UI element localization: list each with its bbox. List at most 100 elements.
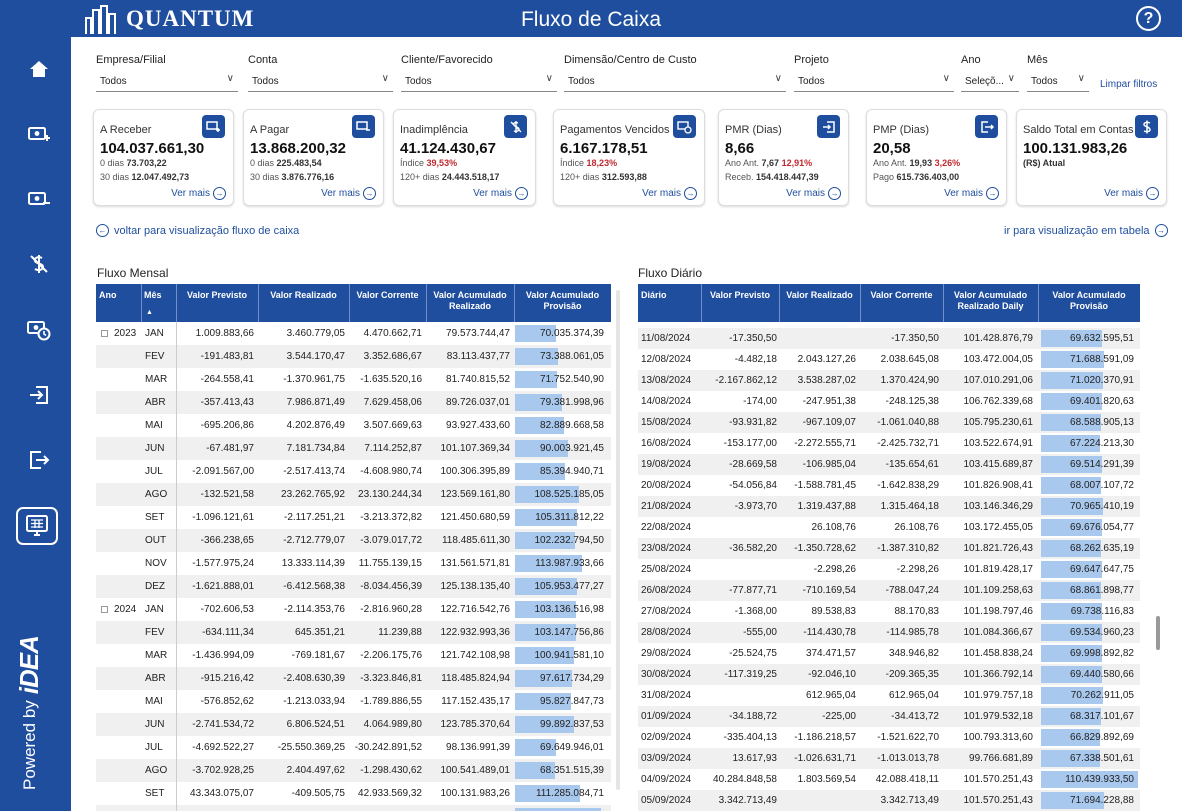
detail-label: 0 dias (250, 158, 275, 168)
ver-mais-link[interactable]: Ver mais → (171, 187, 226, 200)
help-icon[interactable]: ? (1136, 6, 1161, 31)
column-header[interactable]: Valor Acumulado Realizado Daily (943, 290, 1038, 312)
column-header[interactable]: Diário (641, 290, 704, 301)
value-cell: -264.558,41 (200, 374, 254, 385)
table-row: MAI -576.852,62 -1.213.033,94 -1.789.886,55… (96, 690, 611, 713)
column-header[interactable]: Valor Previsto (701, 290, 779, 301)
value-cell: 101.458.838,24 (963, 648, 1033, 659)
no-money-icon[interactable] (24, 249, 54, 279)
table-row: NOV -1.577.975,24 13.333.114,39 11.755.139,… (96, 552, 611, 575)
row-separator (176, 598, 177, 621)
value-cell: 101.084.366,67 (963, 627, 1033, 638)
filter-dropdown[interactable]: Todos ∨ (248, 72, 393, 92)
value-cell: 70.262.911,05 (1070, 690, 1134, 701)
ver-mais-link[interactable]: Ver mais → (642, 187, 697, 200)
column-header[interactable]: Valor Corrente (349, 290, 426, 301)
ver-mais-link[interactable]: Ver mais → (321, 187, 376, 200)
filter-dropdown[interactable]: Todos ∨ (794, 72, 954, 92)
daily-scrollbar[interactable] (1156, 616, 1160, 650)
column-header[interactable]: Mês (144, 290, 169, 301)
enter-icon[interactable] (24, 380, 54, 410)
value-cell: 69.647.647,75 (1070, 564, 1134, 575)
value-cell: 103.136.516,98 (534, 604, 604, 615)
home-icon[interactable] (24, 54, 54, 84)
table-view-link[interactable]: ir para visualização em tabela → (1004, 224, 1168, 237)
back-to-cashflow-link[interactable]: ← voltar para visualização fluxo de caix… (96, 224, 299, 237)
receive-money-icon[interactable] (24, 119, 54, 149)
ver-mais-link[interactable]: Ver mais → (473, 187, 528, 200)
exit-icon[interactable] (24, 445, 54, 475)
money-clock-icon[interactable] (24, 315, 54, 345)
value-cell: 83.113.437,77 (446, 351, 510, 362)
ver-mais-link[interactable]: Ver mais → (786, 187, 841, 200)
column-separator (426, 284, 427, 322)
month-cell: JUN (145, 443, 165, 454)
filter-dropdown[interactable]: Todos ∨ (401, 72, 557, 92)
month-cell: MAI (145, 420, 163, 431)
column-header[interactable]: Valor Acumulado Provisão (514, 290, 611, 312)
value-cell: 107.010.291,06 (963, 375, 1033, 386)
filter-dropdown[interactable]: Todos ∨ (96, 72, 238, 92)
exit-icon[interactable] (975, 115, 998, 138)
dollar-icon[interactable] (1135, 115, 1158, 138)
detail-value: 225.483,54 (276, 158, 322, 168)
value-cell: 612.965,04 (805, 690, 856, 701)
value-cell: 101.428.876,79 (963, 333, 1033, 344)
arrow-right-circle-icon: → (363, 187, 376, 200)
card-detail-line: 120+ dias 24.443.518,17 (400, 172, 499, 182)
column-header[interactable]: Valor Corrente (860, 290, 943, 301)
value-cell: 66.829.892,69 (1070, 732, 1134, 743)
sort-asc-icon[interactable]: ▲ (146, 309, 153, 316)
date-cell: 27/08/2024 (641, 606, 692, 617)
filter-dropdown[interactable]: Todos ∨ (1027, 72, 1089, 92)
column-header[interactable]: Valor Previsto (176, 290, 258, 301)
column-header[interactable]: Valor Realizado (258, 290, 349, 301)
value-cell: -3.079.017,72 (360, 535, 422, 546)
expand-checkbox[interactable] (101, 330, 108, 337)
pay-money-icon[interactable] (352, 115, 375, 138)
arrow-right-circle-icon: → (828, 187, 841, 200)
filter-label: Conta (248, 54, 278, 66)
filter-dropdown[interactable]: Seleçõ... ∨ (961, 72, 1019, 92)
monthly-scrollbar[interactable] (616, 290, 620, 790)
filter-label: Ano (961, 54, 981, 66)
no-money-icon[interactable] (504, 115, 527, 138)
month-cell: MAI (145, 696, 163, 707)
ver-mais-link[interactable]: Ver mais → (1104, 187, 1159, 200)
monitor-table-icon[interactable] (16, 507, 58, 545)
money-clock-icon[interactable] (673, 115, 696, 138)
value-cell: 123.569.161,80 (440, 489, 510, 500)
value-cell: 7.181.734,84 (286, 443, 345, 454)
value-cell: 71.020.370,91 (1070, 375, 1134, 386)
value-cell: 85.394.940,71 (540, 466, 604, 477)
row-separator (176, 460, 177, 483)
card-value: 13.868.200,32 (250, 140, 346, 157)
expand-checkbox[interactable] (101, 606, 108, 613)
value-cell: 73.388.061,05 (540, 351, 604, 362)
value-cell: 7.986.871,49 (286, 397, 345, 408)
value-cell: 101.819.428,17 (963, 564, 1033, 575)
receive-money-icon[interactable] (202, 115, 225, 138)
ver-mais-label: Ver mais (642, 188, 681, 199)
table-row: 20/08/2024 -54.056,84 -1.588.781,45 -1.642.… (638, 475, 1140, 496)
enter-icon[interactable] (817, 115, 840, 138)
row-separator (176, 552, 177, 575)
row-separator (176, 713, 177, 736)
filter-dropdown[interactable]: Todos ∨ (564, 72, 786, 92)
column-header[interactable]: Valor Realizado (779, 290, 860, 301)
detail-label: 120+ dias (560, 172, 600, 182)
value-cell: 69.440.580,66 (1070, 669, 1134, 680)
value-cell: -25.550.369,25 (277, 742, 345, 753)
date-cell: 12/08/2024 (641, 354, 692, 365)
table-row: 16/08/2024 -153.177,00 -2.272.555,71 -2.425… (638, 433, 1140, 454)
detail-label: Índice (400, 158, 425, 168)
value-cell: -695.206,86 (200, 420, 254, 431)
ver-mais-link[interactable]: Ver mais → (944, 187, 999, 200)
column-header[interactable]: Ano (99, 290, 144, 301)
date-cell: 26/08/2024 (641, 585, 692, 596)
column-header[interactable]: Valor Acumulado Realizado (426, 290, 514, 312)
column-header[interactable]: Valor Acumulado Provisão (1038, 290, 1140, 312)
clear-filters-link[interactable]: Limpar filtros (1100, 79, 1157, 90)
pay-money-icon[interactable] (24, 184, 54, 214)
table-row: JUL -4.692.522,27 -25.550.369,25 -30.242.89… (96, 736, 611, 759)
